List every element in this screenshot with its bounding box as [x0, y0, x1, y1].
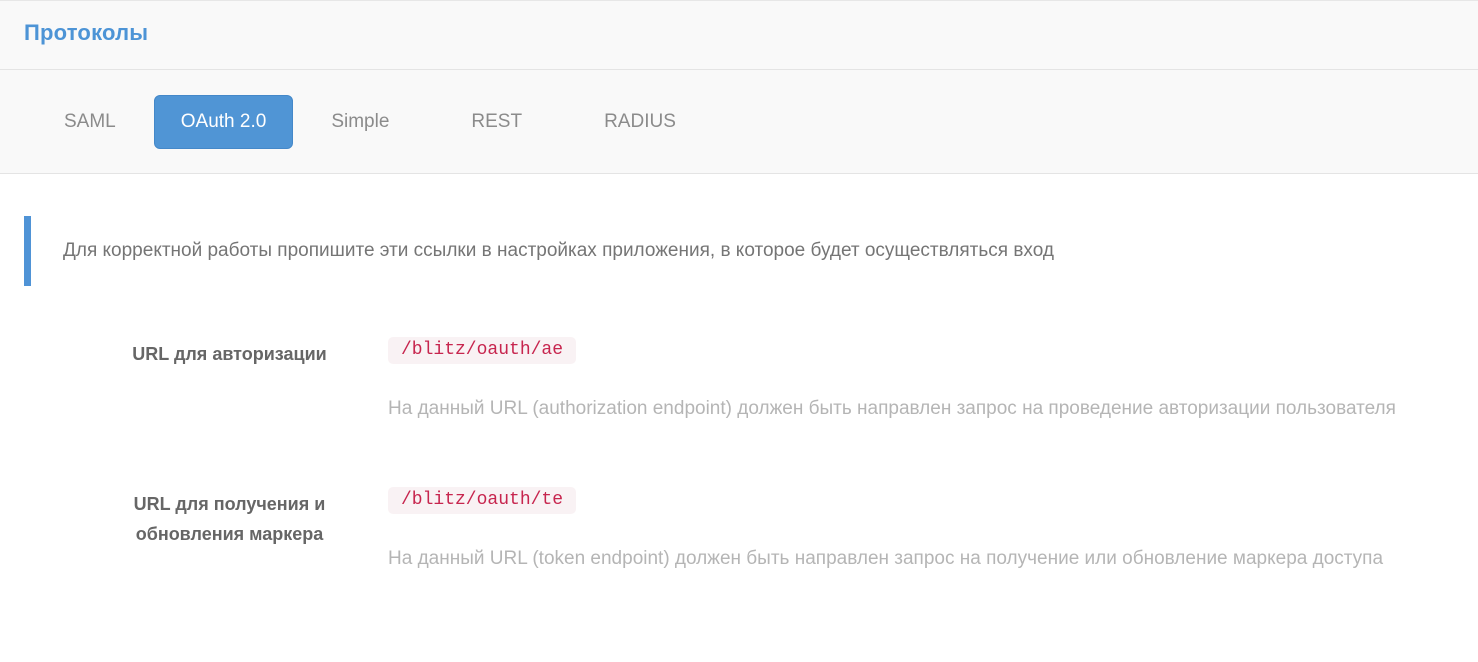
page-title: Протоколы	[24, 20, 1454, 46]
token-url-label: URL для получения и обновления маркера	[0, 487, 373, 549]
authorization-endpoint-value: /blitz/oauth/ae	[388, 337, 576, 364]
endpoints-form: URL для авторизации /blitz/oauth/ae На д…	[0, 337, 1478, 574]
tab-oauth2[interactable]: OAuth 2.0	[154, 95, 294, 149]
protocols-page: Протоколы SAML OAuth 2.0 Simple REST RAD…	[0, 0, 1478, 662]
protocol-tabs: SAML OAuth 2.0 Simple REST RADIUS	[0, 70, 1478, 174]
authorization-url-content: /blitz/oauth/ae На данный URL (authoriza…	[388, 337, 1396, 424]
info-callout: Для корректной работы пропишите эти ссыл…	[24, 216, 1454, 286]
token-url-content: /blitz/oauth/te На данный URL (token end…	[388, 487, 1383, 574]
authorization-url-row: URL для авторизации /blitz/oauth/ae На д…	[0, 337, 1478, 424]
token-url-row: URL для получения и обновления маркера /…	[0, 487, 1478, 574]
info-callout-text: Для корректной работы пропишите эти ссыл…	[63, 240, 1054, 261]
token-url-help: На данный URL (token endpoint) должен бы…	[388, 544, 1383, 574]
tab-rest[interactable]: REST	[445, 96, 548, 148]
token-endpoint-value: /blitz/oauth/te	[388, 487, 576, 514]
tab-radius[interactable]: RADIUS	[578, 96, 702, 148]
tab-saml[interactable]: SAML	[38, 96, 142, 148]
authorization-url-label: URL для авторизации	[0, 337, 373, 369]
oauth-settings-panel: Для корректной работы пропишите эти ссыл…	[0, 174, 1478, 574]
page-header: Протоколы	[0, 0, 1478, 70]
tab-simple[interactable]: Simple	[305, 96, 415, 148]
authorization-url-help: На данный URL (authorization endpoint) д…	[388, 394, 1396, 424]
